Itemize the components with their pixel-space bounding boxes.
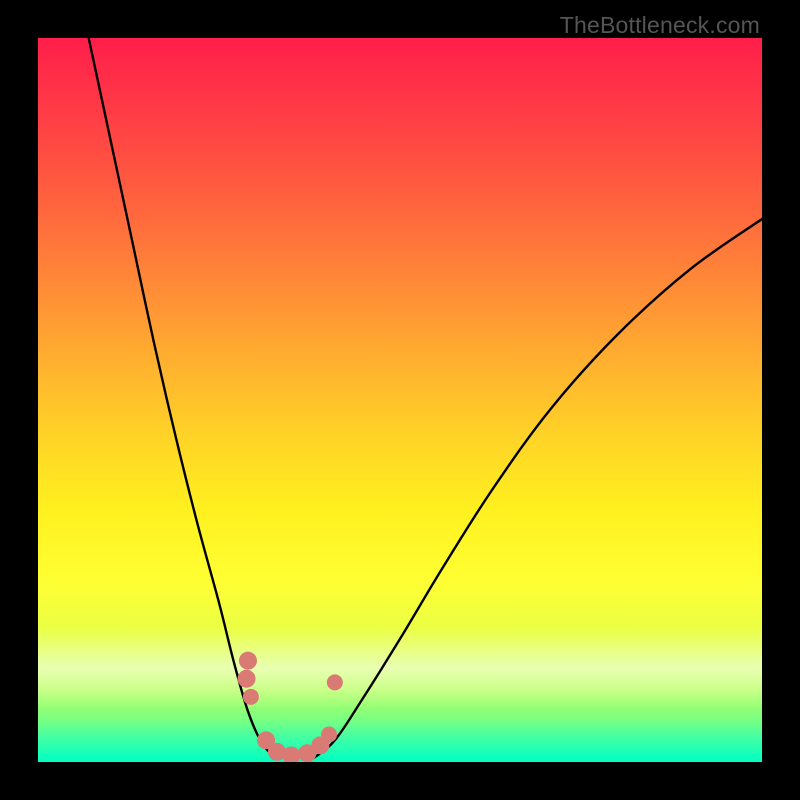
chart-frame: TheBottleneck.com (0, 0, 800, 800)
sample-point (243, 689, 259, 705)
chart-svg (38, 38, 762, 762)
sample-point (327, 674, 343, 690)
attribution-label: TheBottleneck.com (560, 12, 760, 39)
plot-area (38, 38, 762, 762)
sample-markers (238, 652, 343, 762)
right-curve (313, 219, 762, 758)
sample-point (238, 670, 256, 688)
left-curve (89, 38, 277, 758)
sample-point (239, 652, 257, 670)
sample-point (321, 726, 337, 742)
